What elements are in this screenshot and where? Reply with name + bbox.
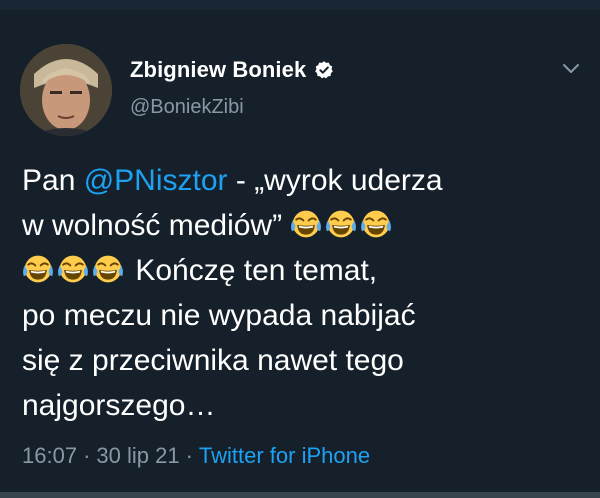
tweet-text-segment: Pan [22, 164, 84, 197]
tweet-date[interactable]: 30 lip 21 [96, 443, 179, 468]
face-with-tears-of-joy-emoji-icon [360, 208, 392, 240]
tweet-text-segment: - „wyrok uderza [227, 164, 443, 197]
face-with-tears-of-joy-emoji-icon [290, 208, 322, 240]
tweet-line: Pan @PNisztor - „wyrok uderza [22, 158, 587, 203]
chevron-down-icon [563, 64, 579, 73]
face-with-tears-of-joy-emoji-icon [57, 253, 89, 285]
author-handle[interactable]: @BoniekZibi [130, 96, 244, 119]
avatar[interactable] [20, 44, 112, 136]
separator: · [83, 443, 91, 468]
display-name[interactable]: Zbigniew Boniek [130, 57, 306, 83]
tweet-text: Pan @PNisztor - „wyrok uderza w wolność … [22, 158, 587, 428]
tweet-line: w wolność mediów” [22, 203, 587, 248]
tweet-card: Zbigniew Boniek @BoniekZibi Pan @PNiszto… [0, 0, 600, 498]
face-with-tears-of-joy-emoji-icon [325, 208, 357, 240]
tweet-source-link[interactable]: Twitter for iPhone [199, 443, 370, 468]
author-name-row[interactable]: Zbigniew Boniek [130, 54, 334, 86]
verified-badge-icon [314, 60, 334, 80]
more-options-button[interactable] [556, 54, 586, 84]
tweet-line: po meczu nie wypada nabijać [22, 299, 416, 332]
face-with-tears-of-joy-emoji-icon [22, 253, 54, 285]
tweet-text-segment: w wolność mediów” [22, 209, 283, 242]
tweet-line: Kończę ten temat, [22, 248, 587, 293]
face-with-tears-of-joy-emoji-icon [92, 253, 124, 285]
tweet-line: się z przeciwnika nawet tego [22, 344, 404, 377]
top-divider [0, 0, 600, 10]
tweet-line: najgorszego… [22, 389, 216, 422]
tweet-text-segment: Kończę ten temat, [135, 254, 378, 287]
tweet-time[interactable]: 16:07 [22, 443, 77, 468]
tweet-metadata: 16:07 · 30 lip 21 · Twitter for iPhone [22, 443, 370, 469]
bottom-divider [0, 492, 600, 498]
mention-link[interactable]: @PNisztor [84, 164, 228, 197]
separator: · [185, 443, 193, 468]
